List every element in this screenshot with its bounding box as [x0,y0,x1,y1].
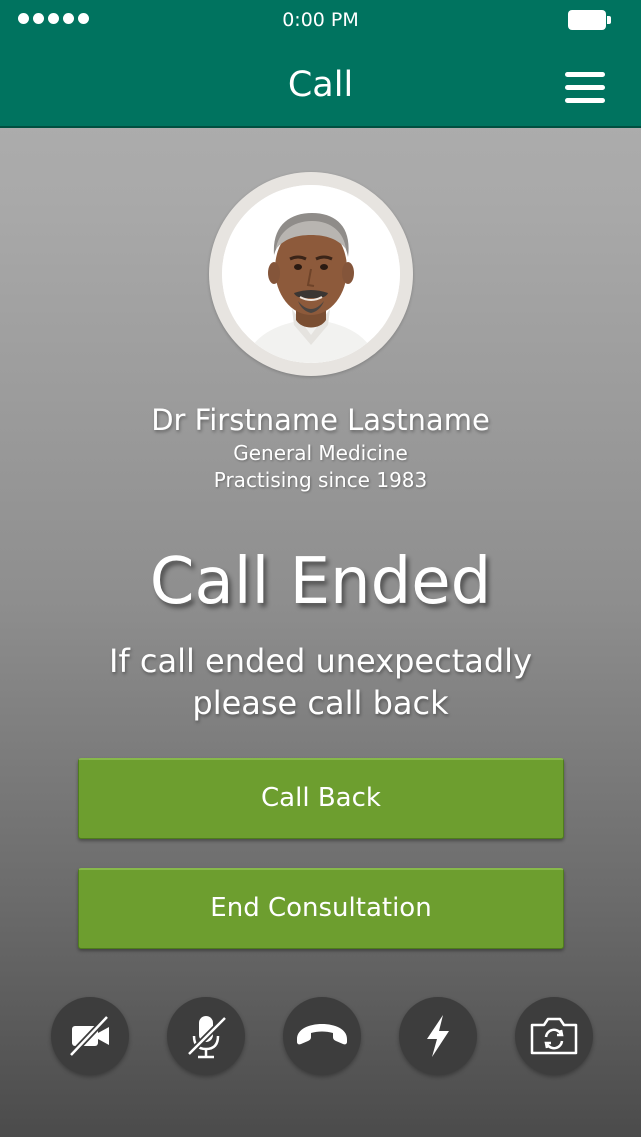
call-status-heading: Call Ended [149,545,492,619]
avatar [222,185,400,363]
hamburger-menu-icon[interactable] [565,70,605,106]
mute-button[interactable] [167,997,245,1075]
doctor-name: Dr Firstname Lastname [151,403,490,437]
call-status-message: If call ended unexpectadly please call b… [109,642,532,722]
status-bar: 0:00 PM [0,0,641,40]
doctor-photo [222,185,400,363]
switch-camera-button[interactable] [515,997,593,1075]
switch-camera-icon [530,1017,578,1055]
call-back-button[interactable]: Call Back [78,758,564,839]
end-consultation-button[interactable]: End Consultation [78,868,564,949]
battery-icon [568,10,611,30]
status-time: 0:00 PM [282,9,359,31]
page-title: Call [287,65,354,105]
video-off-button[interactable] [51,997,129,1075]
call-screen: 0:00 PM Call Dr Firstname Lastname Gener… [0,0,641,1137]
hang-up-phone-icon [297,1024,347,1045]
flash-button[interactable] [399,997,477,1075]
doctor-practising-since: Practising since 1983 [213,468,428,492]
hang-up-button[interactable] [283,997,361,1075]
call-controls [0,997,641,1075]
flash-icon [427,1015,449,1057]
mic-off-icon [186,1015,228,1059]
video-off-icon [68,1014,110,1058]
doctor-specialty: General Medicine [233,441,408,465]
app-header: 0:00 PM Call [0,0,641,128]
doctor-avatar-frame [209,172,413,376]
